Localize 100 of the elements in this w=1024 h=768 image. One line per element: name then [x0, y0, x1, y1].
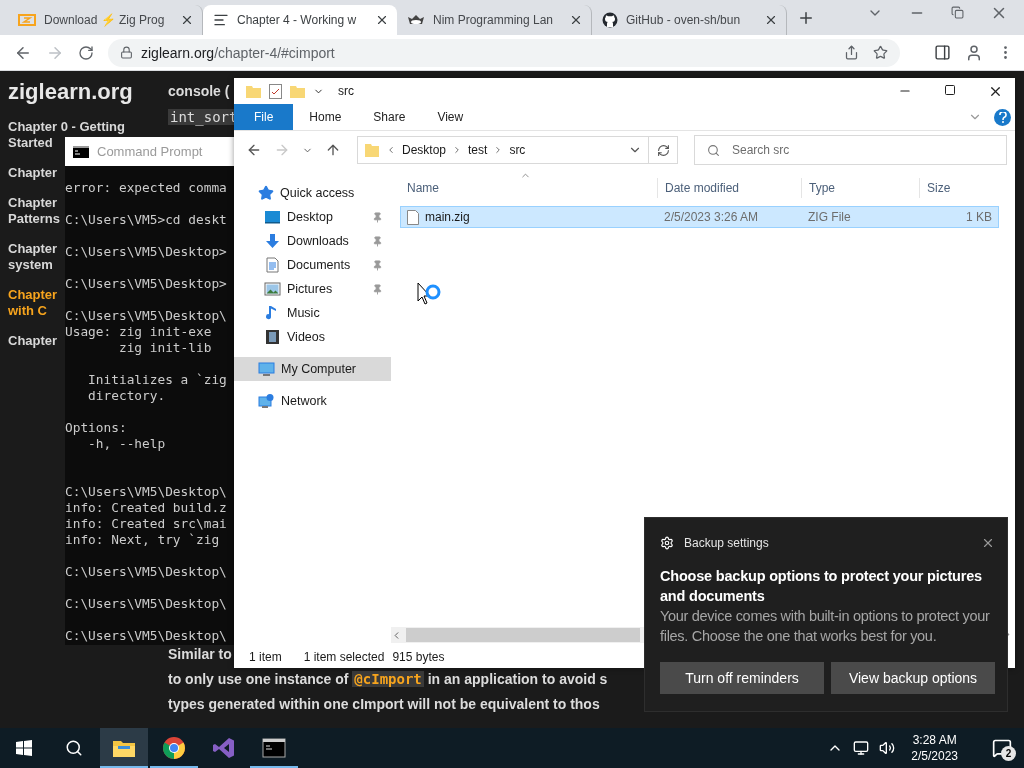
notification-button[interactable]: View backup options: [831, 662, 995, 694]
maximize-icon[interactable]: [944, 83, 956, 96]
pin-icon: [372, 211, 383, 223]
overflow-chevron-icon: [386, 145, 396, 155]
help-icon[interactable]: [994, 108, 1011, 126]
console-line: C:\Users\VM5\Desktop\: [65, 596, 228, 612]
navigation-item[interactable]: Documents: [234, 253, 391, 277]
close-icon[interactable]: [569, 13, 583, 27]
navigation-item[interactable]: Music: [234, 301, 391, 325]
navigation-item[interactable]: Network: [234, 389, 391, 413]
network-icon: [258, 393, 275, 409]
status-text: 915 bytes: [392, 649, 445, 664]
chapter-link[interactable]: Chapter with C: [8, 287, 58, 319]
file-name: main.zig: [425, 210, 470, 224]
bookmark-star-icon[interactable]: [873, 45, 888, 60]
close-icon[interactable]: [981, 536, 995, 550]
console-line: C:\Users\VM5\Desktop>: [65, 276, 228, 292]
browser-tab[interactable]: Chapter 4 - Working w: [203, 5, 397, 35]
console-line: zig init-lib: [117, 340, 213, 356]
folder-icon: [364, 142, 380, 158]
url-text: ziglearn.org/chapter-4/#cimport: [141, 44, 335, 61]
ribbon-tab[interactable]: Share: [357, 104, 422, 130]
column-header[interactable]: Size: [919, 178, 997, 198]
volume-icon[interactable]: [879, 740, 896, 756]
console-line: -h, --help: [87, 436, 167, 452]
lines-icon: [213, 12, 229, 28]
up-button[interactable]: [325, 142, 341, 158]
chapter-link[interactable]: Chapter Patterns: [8, 195, 61, 227]
console-line: C:\Users\VM5\Desktop\: [65, 308, 228, 324]
close-icon[interactable]: [180, 13, 194, 27]
chapter-link[interactable]: Chapter: [8, 165, 58, 181]
crown-icon: [407, 14, 425, 26]
navigation-item[interactable]: Videos: [234, 325, 391, 349]
chapter-link[interactable]: Chapter: [8, 333, 58, 349]
terminal-icon: [262, 738, 286, 758]
infinity-logo-icon: [212, 736, 236, 760]
navigation-item[interactable]: Quick access: [234, 181, 391, 205]
breadcrumb-item[interactable]: Desktop: [402, 143, 447, 157]
refresh-icon: [656, 143, 670, 157]
column-header[interactable]: Type: [801, 178, 919, 198]
ribbon-tab[interactable]: Home: [293, 104, 358, 130]
status-text: 1 item: [249, 649, 282, 664]
windows-logo-icon[interactable]: [16, 740, 32, 756]
notification-count: 2: [1001, 746, 1016, 761]
navigation-item[interactable]: My Computer: [234, 357, 391, 381]
breadcrumb-item[interactable]: test: [468, 143, 488, 157]
address-field[interactable]: ziglearn.org/chapter-4/#cimport: [108, 38, 900, 67]
pin-icon: [372, 259, 383, 271]
file-row[interactable]: main.zig 2/5/2023 3:26 AM ZIG File 1 KB: [400, 206, 999, 228]
console-icon: [73, 145, 89, 158]
badge-icon: [18, 14, 36, 26]
column-header[interactable]: Name: [400, 178, 657, 198]
chrome-logo-icon: [162, 736, 186, 760]
notification-button[interactable]: Turn off reminders: [660, 662, 824, 694]
address-bar[interactable]: Desktop test src: [357, 136, 649, 164]
navigation-item[interactable]: Pictures: [234, 277, 391, 301]
notification-title: Choose backup options to protect your pictures and documents: [660, 567, 983, 606]
console-line: C:\Users\VM5\Desktop\: [65, 484, 228, 500]
clock[interactable]: 3:28 AM 2/5/2023: [905, 732, 970, 764]
column-header[interactable]: Date modified: [657, 178, 801, 198]
taskbar-app[interactable]: [100, 728, 148, 768]
close-icon[interactable]: [764, 13, 778, 27]
search-icon: [707, 143, 720, 157]
breadcrumb-item[interactable]: src: [509, 143, 526, 157]
folder-icon: [290, 84, 305, 98]
back-button[interactable]: [246, 142, 262, 158]
window-title: src: [338, 84, 354, 98]
horizontal-scrollbar[interactable]: [391, 627, 644, 643]
search-input[interactable]: Search src: [730, 142, 994, 158]
network-icon[interactable]: [853, 740, 870, 756]
pin-icon: [372, 235, 383, 247]
ribbon-tab[interactable]: View: [421, 104, 480, 130]
restore-icon[interactable]: [951, 6, 964, 19]
file-icon: [407, 209, 419, 225]
reload-button[interactable]: [78, 44, 94, 61]
window-title: Command Prompt: [97, 144, 203, 159]
profile-icon[interactable]: [965, 43, 983, 62]
download-icon: [264, 233, 281, 249]
settings-icon: [660, 536, 674, 550]
site-title[interactable]: ziglearn.org: [8, 79, 133, 105]
ribbon-tab[interactable]: File: [234, 104, 294, 130]
computer-icon: [258, 361, 275, 377]
article-text: Similar to: [168, 646, 232, 662]
side-panel-icon[interactable]: [934, 44, 951, 61]
console-line: info: Created src\mai: [65, 516, 228, 532]
notification-app: Backup settings: [684, 536, 769, 550]
console-line: C:\Users\VM5\Desktop\: [65, 628, 228, 644]
navigation-item[interactable]: Desktop: [234, 205, 391, 229]
article-text: console (: [168, 83, 230, 99]
console-line: Usage: zig init-exe: [65, 324, 213, 340]
search-field[interactable]: Search src: [694, 135, 1007, 165]
notification-text: Your device comes with built-in options to protect your files. Choose the one that works best for you.: [660, 607, 991, 646]
cat-logo-icon: [602, 12, 618, 28]
chapter-link[interactable]: Chapter system: [8, 241, 58, 273]
navigation-item[interactable]: Downloads: [234, 229, 391, 253]
close-icon[interactable]: [375, 13, 389, 27]
share-icon[interactable]: [844, 45, 859, 60]
search-icon[interactable]: [65, 739, 83, 757]
refresh-button[interactable]: [649, 136, 678, 164]
document-icon: [264, 257, 281, 273]
